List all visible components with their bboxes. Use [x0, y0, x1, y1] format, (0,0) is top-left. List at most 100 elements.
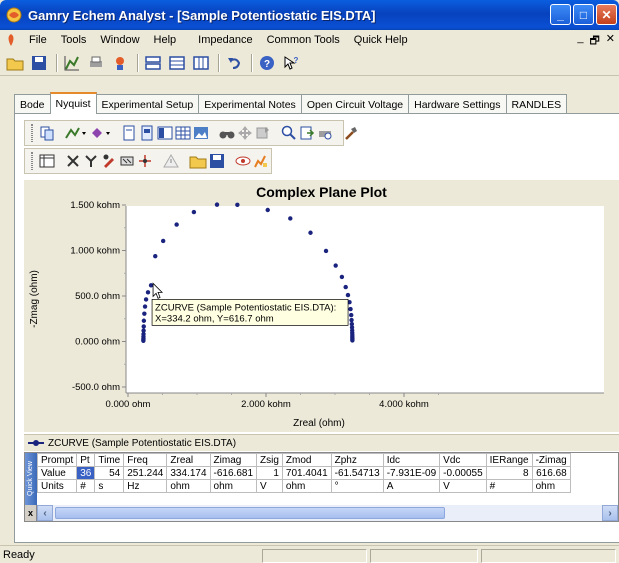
table-cell[interactable]: ohm — [531, 479, 571, 493]
table-cell[interactable]: -Zimag — [531, 453, 571, 467]
context-help-icon[interactable]: ? — [280, 52, 302, 74]
copy-icon[interactable] — [39, 122, 55, 144]
data-table-icon[interactable] — [39, 150, 55, 172]
menu-quick-help[interactable]: Quick Help — [347, 34, 415, 46]
zoom-icon[interactable] — [281, 122, 297, 144]
data-point[interactable] — [143, 297, 149, 302]
table-cell[interactable]: -7.931E-09 — [382, 466, 441, 480]
table-cell[interactable]: Zreal — [166, 453, 211, 467]
erase-icon[interactable] — [119, 150, 135, 172]
data-point[interactable] — [348, 306, 353, 312]
table-cell[interactable]: Zphz — [330, 453, 384, 467]
menu-window[interactable]: Window — [93, 34, 146, 46]
tile-cascade-icon[interactable] — [166, 52, 188, 74]
data-point[interactable] — [141, 338, 146, 343]
table-cell[interactable]: IERange — [485, 453, 533, 467]
table-cell[interactable]: Zsig — [256, 453, 283, 467]
undo-icon[interactable] — [223, 52, 245, 74]
tile-horizontal-icon[interactable] — [142, 52, 164, 74]
table-cell[interactable]: 1 — [256, 466, 283, 480]
cursor-x-icon[interactable] — [65, 150, 81, 172]
table-cell[interactable]: ohm — [209, 479, 258, 493]
table-cell[interactable]: ohm — [281, 479, 332, 493]
tab-experimental-setup[interactable]: Experimental Setup — [95, 94, 200, 114]
table-cell[interactable]: Pt — [76, 453, 96, 467]
data-point[interactable] — [349, 312, 354, 318]
table-cell[interactable]: s — [94, 479, 125, 493]
mdi-minimize-button[interactable]: _ — [577, 32, 583, 51]
data-point[interactable] — [141, 318, 147, 323]
table-cell[interactable]: 701.4041 — [281, 466, 332, 480]
open-folder-icon[interactable] — [4, 52, 26, 74]
rotate-icon[interactable] — [255, 122, 271, 144]
tools-icon[interactable] — [343, 122, 359, 144]
data-point[interactable] — [323, 248, 329, 254]
table-cell[interactable]: Idc — [382, 453, 441, 467]
data-point[interactable] — [350, 338, 355, 343]
data-point[interactable] — [265, 207, 270, 213]
page-icon[interactable] — [121, 122, 137, 144]
tab-experimental-notes[interactable]: Experimental Notes — [198, 94, 302, 114]
pen-icon[interactable] — [101, 150, 117, 172]
cursor-y-icon[interactable] — [83, 150, 99, 172]
data-point[interactable] — [142, 311, 147, 316]
tab-bode[interactable]: Bode — [14, 94, 51, 114]
print-preview-icon[interactable] — [317, 122, 333, 144]
table-cell[interactable]: 616.68 — [531, 466, 571, 480]
image-icon[interactable] — [193, 122, 209, 144]
scrollbar-track[interactable] — [53, 506, 602, 520]
tab-nyquist[interactable]: Nyquist — [49, 92, 97, 114]
grid-table-icon[interactable] — [175, 122, 191, 144]
title-bar[interactable]: Gamry Echem Analyst - [Sample Potentiost… — [0, 0, 619, 30]
table-cell[interactable]: -616.681 — [209, 466, 258, 480]
move-icon[interactable] — [237, 122, 253, 144]
table-cell[interactable]: 251.244 — [123, 466, 168, 480]
data-point[interactable] — [142, 304, 148, 309]
horizontal-scrollbar[interactable]: x ‹ › — [25, 505, 618, 521]
data-point[interactable] — [235, 202, 240, 208]
page-setup-icon[interactable] — [139, 122, 155, 144]
table-cell[interactable]: 8 — [485, 466, 533, 480]
table-cell[interactable]: A — [382, 479, 441, 493]
layout-icon[interactable] — [157, 122, 173, 144]
data-point[interactable] — [288, 216, 293, 221]
data-point[interactable] — [174, 222, 179, 227]
fit-icon[interactable] — [137, 150, 153, 172]
data-point[interactable] — [145, 290, 151, 295]
table-cell[interactable]: # — [76, 479, 96, 493]
data-point[interactable] — [339, 274, 345, 280]
table-cell[interactable]: Zmod — [281, 453, 332, 467]
data-point[interactable] — [191, 209, 197, 215]
menu-file[interactable]: File — [22, 34, 54, 46]
menu-common-tools[interactable]: Common Tools — [260, 34, 347, 46]
table-cell[interactable]: Vdc — [439, 453, 487, 467]
menu-tools[interactable]: Tools — [54, 34, 94, 46]
export-icon[interactable] — [299, 122, 315, 144]
data-point[interactable] — [345, 292, 351, 298]
view-icon[interactable] — [235, 150, 251, 172]
table-cell[interactable]: Freq — [123, 453, 168, 467]
data-point[interactable] — [160, 238, 166, 244]
data-point[interactable] — [343, 284, 348, 290]
data-point[interactable] — [153, 253, 158, 259]
print-icon[interactable] — [85, 52, 107, 74]
fit-data-icon[interactable] — [253, 150, 269, 172]
save-file-icon[interactable] — [209, 150, 225, 172]
color-fill-icon[interactable] — [89, 122, 111, 144]
mdi-close-button[interactable]: ✕ — [606, 32, 615, 51]
table-cell[interactable]: -61.54713 — [330, 466, 384, 480]
table-cell[interactable]: Zimag — [209, 453, 258, 467]
data-point[interactable] — [333, 263, 338, 268]
minimize-button[interactable]: _ — [550, 4, 571, 25]
menu-impedance[interactable]: Impedance — [191, 34, 259, 46]
tab-hardware-settings[interactable]: Hardware Settings — [408, 94, 507, 114]
nyquist-plot[interactable]: 1.500 kohm 1.000 kohm 500.0 ohm 0.000 ohm -5… — [24, 180, 619, 432]
scrollbar-thumb[interactable] — [55, 507, 445, 519]
table-cell[interactable]: 36 — [76, 466, 96, 480]
data-point[interactable] — [148, 283, 154, 288]
data-point[interactable] — [214, 202, 220, 207]
binoculars-icon[interactable] — [219, 122, 235, 144]
data-point[interactable] — [308, 230, 313, 235]
close-button[interactable]: ✕ — [596, 4, 617, 25]
table-cell[interactable]: Value — [36, 466, 78, 480]
